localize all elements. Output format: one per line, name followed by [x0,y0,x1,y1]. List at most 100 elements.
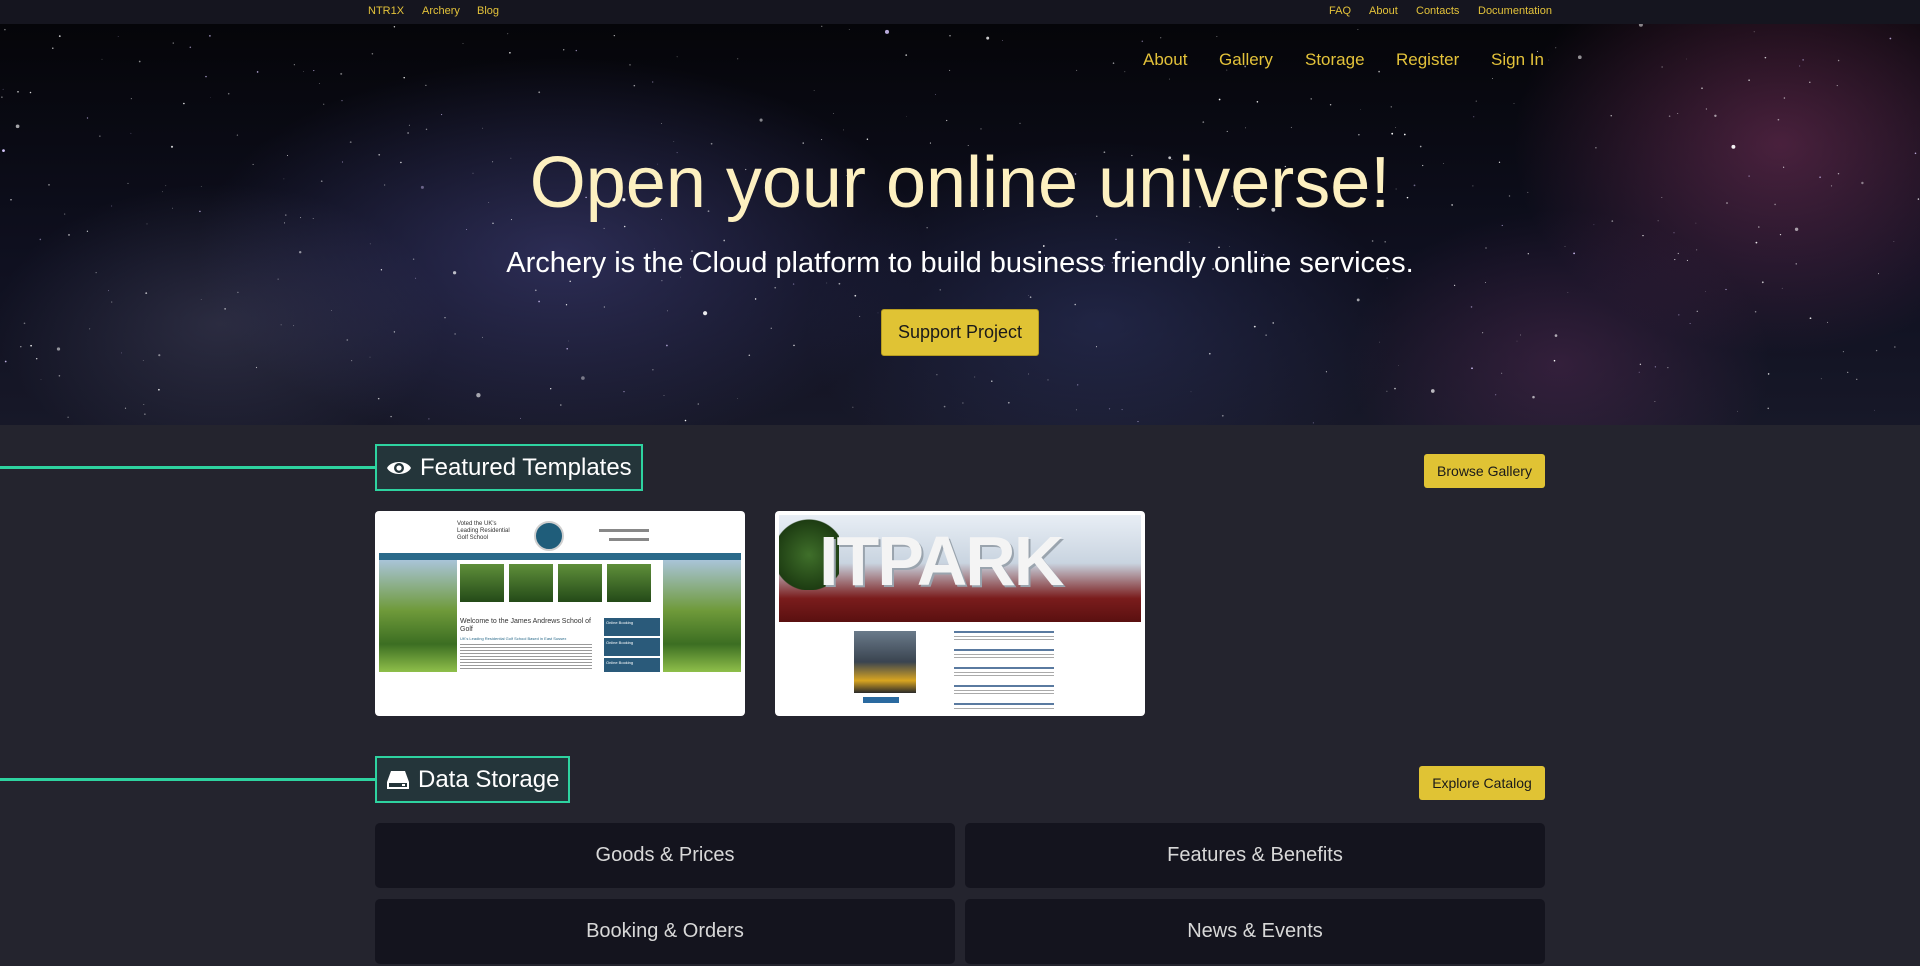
star [1216,36,1218,37]
star [1245,127,1246,129]
star [507,33,509,35]
star [943,405,946,408]
topbar-link-blog[interactable]: Blog [477,5,499,17]
star [1638,24,1643,27]
star [1290,126,1292,129]
star [142,360,144,361]
topbar-link-ntr1x[interactable]: NTR1X [368,5,404,17]
star [441,114,443,116]
support-project-button[interactable]: Support Project [881,309,1039,356]
template-thumbnail-golf[interactable]: Voted the UK's Leading Residential Golf … [375,511,745,716]
topbar-link-archery[interactable]: Archery [422,5,460,17]
star [1378,70,1380,73]
star [676,56,678,58]
star [1371,240,1374,242]
star [369,243,371,245]
star [462,43,464,44]
star [1253,325,1256,328]
star [454,333,456,335]
star [652,81,654,83]
star [1553,359,1556,362]
star [1654,366,1656,368]
star [1689,322,1691,324]
star [623,390,625,393]
star [926,227,928,229]
topbar-link-contacts[interactable]: Contacts [1416,5,1459,17]
star [906,116,907,117]
star [1475,100,1477,102]
star [1501,372,1503,374]
star [813,89,815,91]
star [980,128,982,130]
golf-template-preview: Voted the UK's Leading Residential Golf … [379,515,741,712]
star [86,117,89,119]
star [1548,59,1550,61]
star [661,280,663,282]
star [1485,282,1487,284]
star [1701,87,1703,90]
star [1403,133,1406,136]
star [1360,109,1361,111]
browse-gallery-button[interactable]: Browse Gallery [1424,454,1545,488]
star [792,283,795,285]
star [158,354,161,357]
itpark-template-preview: ITPARK [779,515,1141,712]
star [17,91,19,93]
star [444,317,446,319]
nav-link-storage[interactable]: Storage [1305,50,1365,70]
explore-catalog-button[interactable]: Explore Catalog [1419,766,1545,800]
hero-title: Open your online universe! [529,143,1391,223]
star [1394,387,1396,390]
storage-card-goods-prices[interactable]: Goods & Prices [375,823,955,888]
star [1007,401,1010,404]
star [1894,346,1896,348]
topbar-link-documentation[interactable]: Documentation [1478,5,1552,17]
star [1610,115,1612,117]
star [1777,118,1780,121]
topbar-link-faq[interactable]: FAQ [1329,5,1351,17]
star [1356,298,1360,302]
star [1312,422,1314,424]
star [1794,227,1799,232]
star [1398,364,1400,366]
star [520,417,521,419]
nav-link-about[interactable]: About [1143,50,1187,70]
star [35,357,38,360]
star [1028,373,1029,375]
topbar-link-about[interactable]: About [1369,5,1398,17]
storage-card-booking-orders[interactable]: Booking & Orders [375,899,955,964]
star [4,360,7,363]
star [1520,334,1521,336]
star [1567,292,1569,293]
star [1673,232,1675,234]
template-thumbnail-itpark[interactable]: ITPARK [775,511,1145,716]
star [550,388,552,390]
star [1577,55,1582,60]
star [936,374,938,376]
itpark-news-list [954,631,1054,709]
star [124,407,127,409]
star [407,132,409,134]
star [1677,112,1679,115]
star [905,54,908,56]
star [1076,69,1078,71]
star [974,376,976,378]
star [877,312,879,314]
nav-link-gallery[interactable]: Gallery [1219,50,1273,70]
star [838,282,841,285]
star [759,118,763,122]
star [866,138,869,140]
star [1758,226,1760,228]
star [1842,351,1844,353]
star [1495,394,1497,396]
star [1847,371,1849,374]
star [1820,378,1822,380]
star [1501,224,1503,226]
star [566,348,568,350]
nav-link-register[interactable]: Register [1396,50,1459,70]
star [189,46,192,49]
storage-card-features-benefits[interactable]: Features & Benefits [965,823,1545,888]
golf-body-text [460,644,592,670]
storage-card-news-events[interactable]: News & Events [965,899,1545,964]
nav-link-sign-in[interactable]: Sign In [1491,50,1544,70]
